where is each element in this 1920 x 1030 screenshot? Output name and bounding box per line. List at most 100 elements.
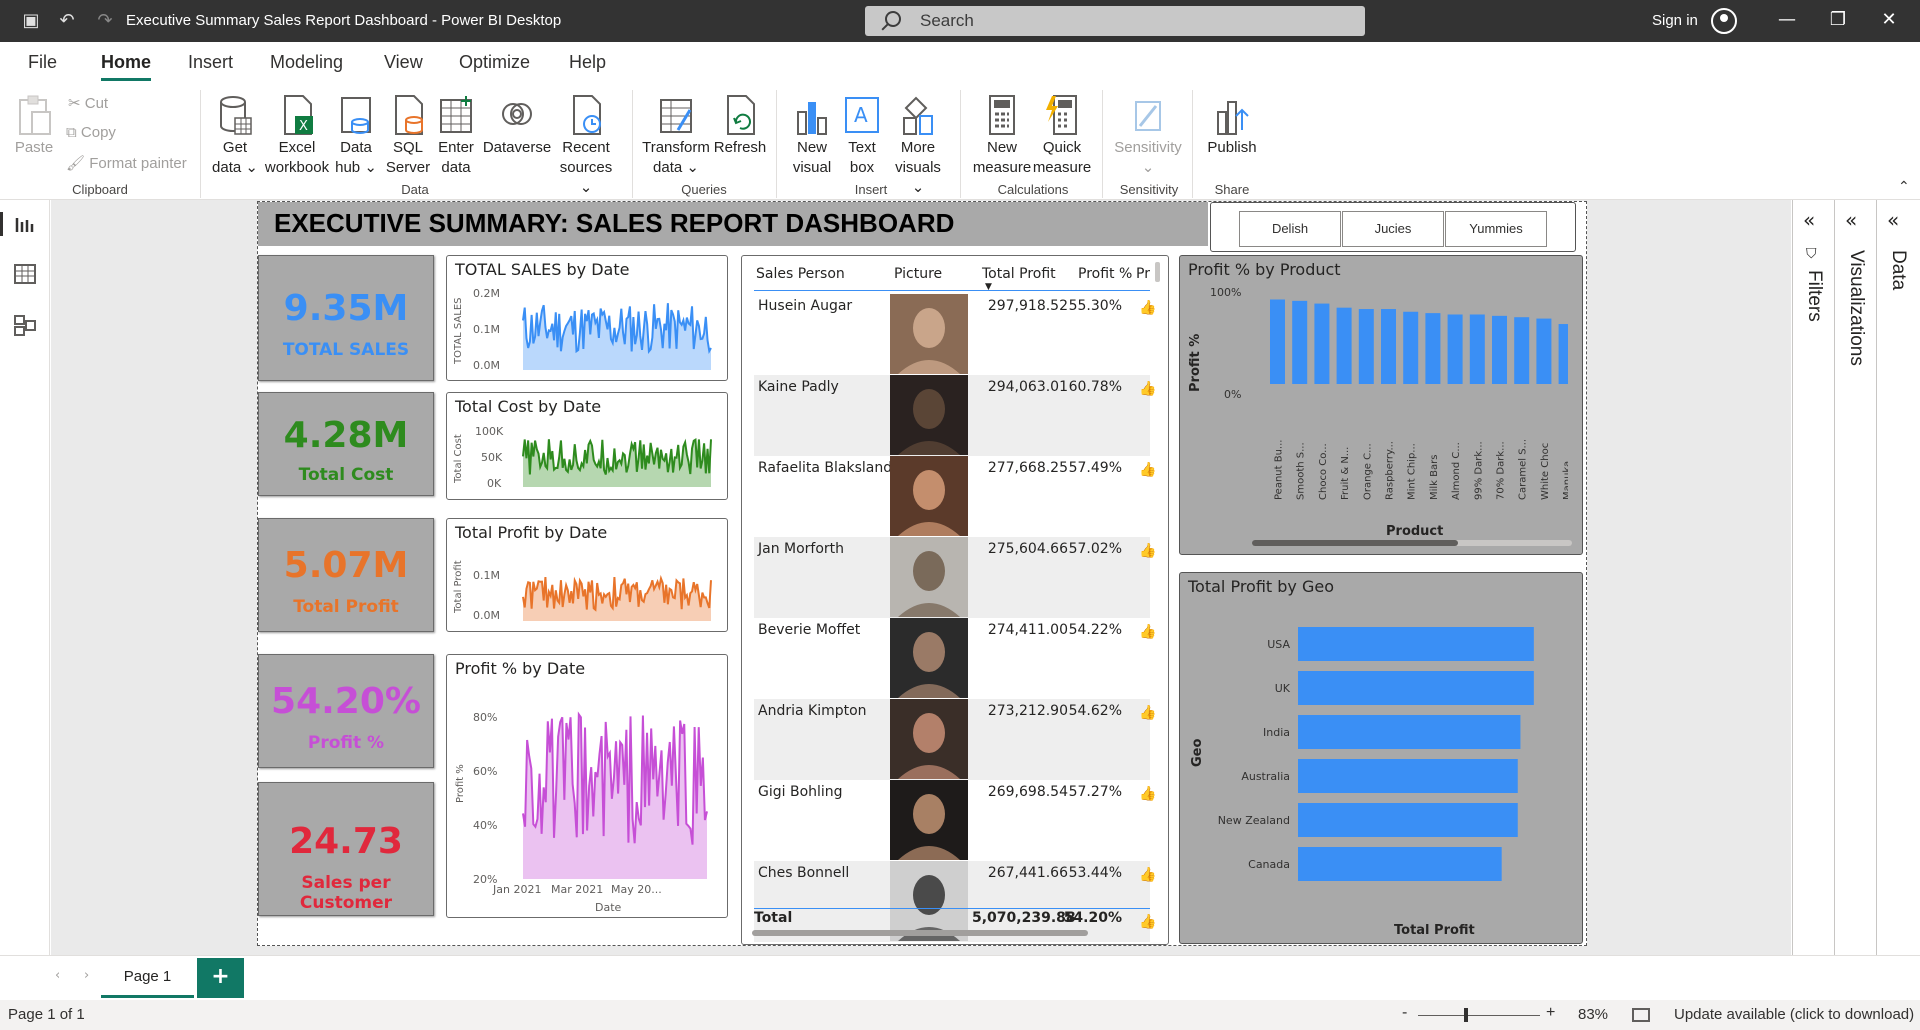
report-view-icon[interactable] — [14, 214, 36, 234]
bar-australia[interactable] — [1298, 759, 1518, 793]
get-data-button[interactable]: Get data ⌄ — [210, 94, 260, 178]
undo-icon[interactable]: ↶ — [56, 10, 78, 32]
chart-total-sales-by-date[interactable]: TOTAL SALES by Date TOTAL SALES 0.2M 0.1… — [446, 255, 728, 381]
bar-india[interactable] — [1298, 715, 1521, 749]
chart-profit-pct-by-product[interactable]: Profit % by Product Profit % 100% 0% Pea… — [1179, 255, 1583, 555]
save-icon[interactable]: ▣ — [20, 10, 42, 32]
chart-profit-pct-by-date[interactable]: Profit % by Date Profit % 80% 60% 40% 20… — [446, 654, 728, 918]
column-header-total-profit[interactable]: Total Profit — [982, 266, 1056, 282]
bar-10[interactable] — [1492, 315, 1507, 384]
table-row[interactable]: Beverie Moffet 274,411.00 54.22% 👍 — [754, 618, 1156, 699]
prev-page-icon[interactable]: ‹ — [55, 968, 60, 983]
sales-person-table[interactable]: Sales Person Picture Total Profit ▼ Prof… — [741, 255, 1169, 945]
slicer-option-delish[interactable]: Delish — [1239, 211, 1341, 247]
bar-0[interactable] — [1270, 299, 1285, 384]
search-box[interactable]: Search — [865, 6, 1365, 36]
kpi-card-total-cost[interactable]: 4.28M Total Cost — [258, 392, 434, 496]
table-row[interactable]: Husein Augar 297,918.52 55.30% 👍 — [754, 294, 1156, 375]
update-available-link[interactable]: Update available (click to download) — [1674, 1006, 1914, 1023]
zoom-out-button[interactable]: - — [1402, 1004, 1407, 1022]
add-page-button[interactable]: + — [197, 958, 244, 998]
bar-new-zealand[interactable] — [1298, 803, 1518, 837]
bar-uk[interactable] — [1298, 671, 1534, 705]
sign-in-link[interactable]: Sign in — [1652, 12, 1698, 29]
bar-5[interactable] — [1381, 309, 1396, 384]
restore-button[interactable]: ❐ — [1823, 9, 1853, 30]
chart-total-profit-by-date[interactable]: Total Profit by Date Total Profit 0.1M 0… — [446, 518, 728, 632]
kpi-card-profit-pct[interactable]: 54.20% Profit % — [258, 654, 434, 768]
bar-7[interactable] — [1425, 313, 1441, 384]
redo-icon[interactable]: ↷ — [94, 10, 116, 32]
format-painter-button[interactable]: 🖌 Format painter — [66, 154, 187, 172]
horizontal-scrollbar[interactable] — [752, 930, 1088, 936]
filters-pane[interactable]: « ⛉ Filters — [1792, 200, 1834, 990]
cut-button[interactable]: ✂ Cut — [68, 94, 108, 112]
bar-13[interactable] — [1558, 324, 1568, 384]
publish-button[interactable]: Publish — [1200, 94, 1264, 158]
zoom-slider-thumb[interactable] — [1464, 1008, 1468, 1022]
menu-file[interactable]: File — [28, 52, 57, 73]
expand-visualizations-icon[interactable]: « — [1845, 208, 1857, 232]
slicer-option-jucies[interactable]: Jucies — [1342, 211, 1444, 247]
chart-total-cost-by-date[interactable]: Total Cost by Date Total Cost 100K 50K 0… — [446, 392, 728, 500]
chart-scrollbar-thumb[interactable] — [1252, 540, 1458, 546]
bar-6[interactable] — [1403, 311, 1419, 384]
bar-usa[interactable] — [1298, 627, 1534, 661]
menu-optimize[interactable]: Optimize — [459, 52, 530, 73]
zoom-in-button[interactable]: + — [1546, 1004, 1555, 1022]
quick-measure-button[interactable]: Quick measure — [1032, 94, 1092, 178]
fit-to-page-icon[interactable] — [1632, 1008, 1650, 1022]
sensitivity-button[interactable]: Sensitivity ⌄ — [1110, 94, 1186, 178]
table-row[interactable]: Jan Morforth 275,604.66 57.02% 👍 — [754, 537, 1156, 618]
bar-8[interactable] — [1447, 314, 1463, 384]
bar-3[interactable] — [1336, 307, 1352, 384]
chart-total-profit-by-geo[interactable]: Total Profit by Geo Geo USA UK India Austra… — [1179, 572, 1583, 944]
excel-workbook-button[interactable]: X Excel workbook — [263, 94, 331, 178]
collapse-ribbon-icon[interactable]: ⌃ — [1898, 178, 1910, 195]
table-row[interactable]: Rafaelita Blaksland 277,668.25 57.49% 👍 — [754, 456, 1156, 537]
more-visuals-button[interactable]: More visuals ⌄ — [888, 94, 948, 198]
bar-12[interactable] — [1536, 318, 1552, 384]
column-header-pro[interactable]: Pro — [1136, 266, 1150, 282]
recent-sources-button[interactable]: Recent sources ⌄ — [556, 94, 616, 198]
slicer-option-yummies[interactable]: Yummies — [1445, 211, 1547, 247]
bar-canada[interactable] — [1298, 847, 1502, 881]
paste-button[interactable]: Paste — [14, 94, 54, 158]
transform-data-button[interactable]: Transform data ⌄ — [642, 94, 710, 178]
column-header-picture[interactable]: Picture — [894, 266, 942, 282]
table-view-icon[interactable] — [14, 264, 36, 284]
text-box-button[interactable]: A Text box — [840, 94, 884, 178]
copy-button[interactable]: ⧉ Copy — [66, 124, 116, 141]
account-icon[interactable] — [1711, 8, 1737, 34]
zoom-slider-track[interactable] — [1418, 1015, 1540, 1016]
kpi-card-sales-per-customer[interactable]: 24.73 Sales per Customer — [258, 782, 434, 916]
table-row[interactable]: Gigi Bohling 269,698.54 57.27% 👍 — [754, 780, 1156, 861]
menu-view[interactable]: View — [384, 52, 423, 73]
kpi-card-total-sales[interactable]: 9.35M TOTAL SALES — [258, 255, 434, 381]
minimize-button[interactable]: — — [1772, 9, 1802, 30]
bar-9[interactable] — [1469, 314, 1485, 384]
table-row[interactable]: Andria Kimpton 273,212.90 54.62% 👍 — [754, 699, 1156, 780]
column-header-profit-pct[interactable]: Profit % — [1078, 266, 1132, 282]
bar-4[interactable] — [1358, 309, 1374, 384]
menu-modeling[interactable]: Modeling — [270, 52, 343, 73]
visualizations-pane[interactable]: « Visualizations — [1834, 200, 1876, 990]
model-view-icon[interactable] — [14, 314, 36, 336]
tab-page-1[interactable]: Page 1 — [101, 958, 194, 998]
vertical-scrollbar[interactable] — [1155, 262, 1160, 282]
next-page-icon[interactable]: › — [84, 968, 89, 983]
column-header-sales-person[interactable]: Sales Person — [756, 266, 845, 282]
enter-data-button[interactable]: Enter data — [434, 94, 478, 178]
kpi-card-total-profit[interactable]: 5.07M Total Profit — [258, 518, 434, 632]
expand-data-icon[interactable]: « — [1887, 208, 1899, 232]
refresh-button[interactable]: Refresh — [712, 94, 768, 158]
bar-2[interactable] — [1314, 303, 1330, 384]
table-row[interactable]: Kaine Padly 294,063.01 60.78% 👍 — [754, 375, 1156, 456]
new-visual-button[interactable]: New visual — [788, 94, 836, 178]
menu-home[interactable]: Home — [101, 52, 152, 81]
bar-11[interactable] — [1514, 317, 1530, 384]
sql-server-button[interactable]: SQL Server — [384, 94, 432, 178]
expand-filters-icon[interactable]: « — [1803, 208, 1815, 232]
data-pane[interactable]: « Data — [1876, 200, 1920, 990]
close-button[interactable]: ✕ — [1874, 9, 1904, 30]
